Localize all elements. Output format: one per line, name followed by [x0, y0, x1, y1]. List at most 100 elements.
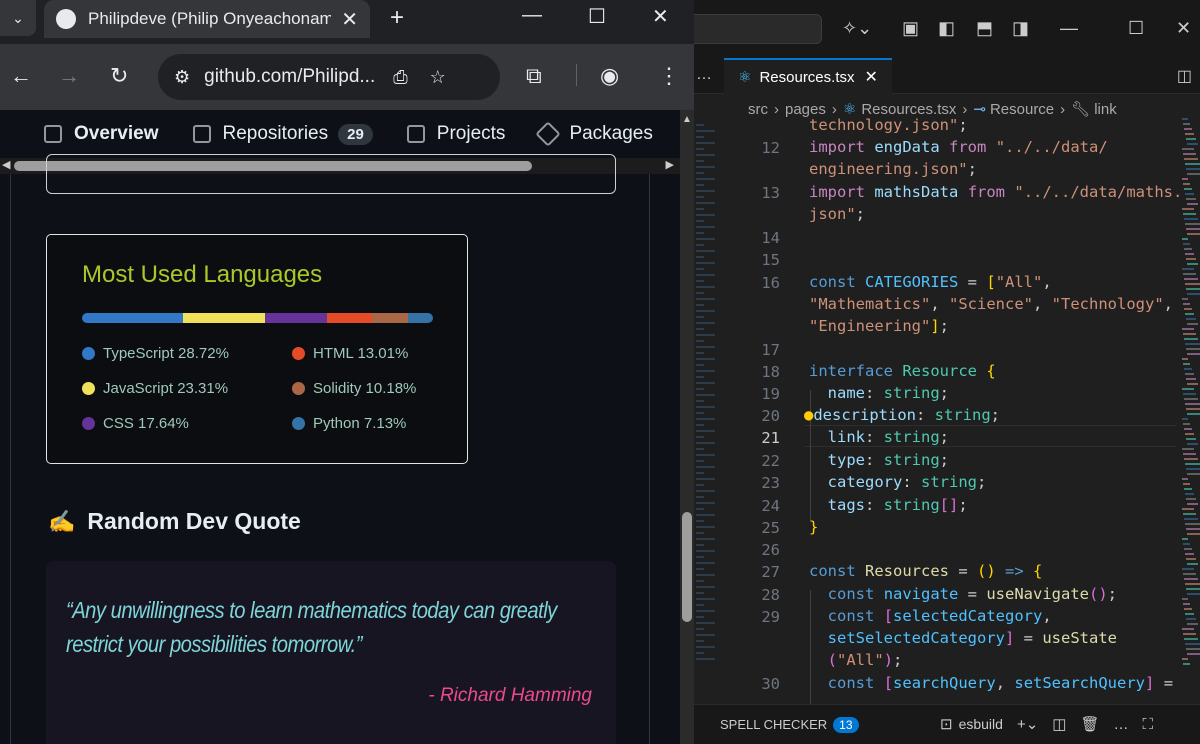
- install-app-icon[interactable]: ⎙: [393, 67, 407, 88]
- minimap-line: [1182, 538, 1188, 540]
- tab-packages[interactable]: Packages: [535, 121, 653, 147]
- minimap-line: [1183, 153, 1196, 155]
- breadcrumb-item[interactable]: pages: [785, 101, 826, 118]
- minimap-line: [1185, 583, 1200, 585]
- minimap-line: [696, 154, 715, 156]
- browser-tab-active[interactable]: Philipdeve (Philip Onyeachonam ✕: [44, 0, 370, 38]
- minimap-line: [1187, 143, 1198, 145]
- close-tab-icon[interactable]: ✕: [865, 67, 878, 87]
- minimap-line: [696, 184, 704, 186]
- minimap-line: [1187, 473, 1200, 475]
- minimize-button[interactable]: —: [522, 4, 542, 27]
- minimap-line: [1185, 463, 1200, 465]
- tab-repositories[interactable]: Repositories 29: [192, 123, 373, 145]
- breadcrumb-item[interactable]: link: [1094, 101, 1117, 118]
- code-line: interface Resource {: [809, 362, 996, 380]
- scroll-up-icon[interactable]: ▲: [682, 114, 692, 125]
- trash-icon[interactable]: 🗑︎: [1080, 715, 1099, 733]
- minimap-line: [1183, 243, 1190, 245]
- minimap-line: [1183, 513, 1196, 515]
- editor-tab-label: Resources.tsx: [759, 68, 855, 86]
- terminal-name[interactable]: esbuild: [959, 716, 1003, 732]
- editor-minimap[interactable]: [1180, 116, 1200, 704]
- language-bar-segment: [264, 313, 327, 323]
- copilot-icon[interactable]: ✧⌄: [842, 18, 872, 38]
- vertical-scrollbar[interactable]: ▲: [680, 110, 694, 744]
- minimap-line: [1186, 168, 1200, 170]
- layout-customize-icon[interactable]: ▣: [902, 18, 919, 38]
- line-number: 18: [761, 363, 780, 381]
- new-tab-button[interactable]: +: [390, 4, 404, 32]
- breadcrumb-item[interactable]: Resources.tsx: [861, 101, 956, 118]
- editor-tab-resources[interactable]: ⚛ Resources.tsx ✕: [724, 58, 892, 94]
- command-center-search[interactable]: [694, 14, 822, 44]
- scroll-left-icon[interactable]: ◀: [2, 158, 10, 171]
- toggle-secondary-sidebar-icon[interactable]: ◨: [1012, 18, 1029, 38]
- breadcrumb-item[interactable]: Resource: [990, 101, 1054, 118]
- minimap-line: [696, 232, 704, 234]
- minimap-line: [1187, 233, 1200, 235]
- toggle-panel-icon[interactable]: ⬒: [976, 18, 993, 38]
- vertical-scroll-thumb[interactable]: [682, 512, 692, 622]
- minimap-line: [1187, 293, 1200, 295]
- more-actions-icon[interactable]: …: [1114, 716, 1129, 733]
- minimap-line: [1183, 663, 1190, 665]
- more-actions-icon[interactable]: …: [696, 66, 712, 84]
- minimap-line: [696, 430, 715, 432]
- code-line: import engData from "../../data/: [809, 138, 1108, 156]
- code-line: json";: [809, 205, 866, 223]
- code-line: const navigate = useNavigate();: [827, 585, 1118, 603]
- legend-item: JavaScript 23.31%: [82, 380, 228, 397]
- minimap-line: [696, 538, 715, 540]
- tab-projects[interactable]: Projects: [406, 123, 505, 145]
- bookmark-star-icon[interactable]: ☆: [430, 67, 446, 88]
- tab-overview[interactable]: Overview: [44, 123, 159, 145]
- address-bar[interactable]: ⚙ github.com/Philipd... ⎙ ☆: [158, 54, 500, 100]
- close-window-button[interactable]: ✕: [652, 4, 669, 29]
- line-number: 24: [761, 497, 780, 515]
- minimize-icon[interactable]: —: [1060, 18, 1078, 38]
- minimap-line: [696, 574, 715, 576]
- reload-icon[interactable]: ↻: [110, 64, 128, 88]
- minimap-line: [696, 304, 704, 306]
- close-tab-icon[interactable]: ✕: [341, 7, 358, 32]
- code-editor[interactable]: technology.json"; 12 import engData from…: [740, 116, 1180, 704]
- lightbulb-icon[interactable]: ●: [804, 406, 813, 424]
- maximize-icon[interactable]: ☐: [1128, 18, 1144, 38]
- minimap-line: [1183, 573, 1196, 575]
- maximize-button[interactable]: ☐: [588, 4, 606, 29]
- minimap-line: [1183, 423, 1190, 425]
- minimap-line: [1182, 298, 1188, 300]
- maximize-panel-icon[interactable]: ⛶: [1143, 716, 1154, 733]
- menu-kebab-icon[interactable]: ⋮: [658, 64, 680, 88]
- back-icon[interactable]: ←: [10, 64, 32, 88]
- breadcrumb-item[interactable]: src: [748, 101, 768, 118]
- language-bar-segment: [82, 313, 183, 323]
- github-profile-nav: Overview Repositories 29 Projects Packag…: [0, 110, 680, 158]
- minimap-line: [696, 418, 715, 420]
- close-icon[interactable]: ✕: [1176, 18, 1191, 38]
- minimap-line: [696, 238, 715, 240]
- browser-window: ⌄ Philipdeve (Philip Onyeachonam ✕ + — ☐…: [0, 0, 694, 744]
- split-editor-icon[interactable]: ◫: [1177, 66, 1192, 86]
- site-info-icon[interactable]: ⚙: [174, 67, 190, 88]
- toggle-primary-sidebar-icon[interactable]: ◧: [938, 18, 955, 38]
- minimap-line: [1187, 593, 1200, 595]
- line-number: 27: [761, 563, 780, 581]
- minimap-line: [1185, 253, 1194, 255]
- table-icon: [406, 125, 425, 143]
- new-terminal-icon[interactable]: +⌄: [1017, 715, 1038, 733]
- extensions-icon[interactable]: ⧉: [526, 64, 542, 88]
- minimap-line: [696, 202, 715, 204]
- minimap-line: [696, 268, 704, 270]
- minimap-line: [696, 136, 704, 138]
- tab-overview-label: Overview: [74, 123, 159, 144]
- minimap-line: [696, 340, 704, 342]
- minimap-line: [1185, 403, 1200, 405]
- profile-icon[interactable]: ◉: [600, 64, 619, 88]
- split-terminal-icon[interactable]: ◫: [1052, 715, 1066, 733]
- spell-checker-tab[interactable]: SPELL CHECKER: [720, 717, 827, 732]
- tab-search-button[interactable]: ⌄: [0, 0, 36, 36]
- forward-icon[interactable]: →: [58, 64, 80, 88]
- scroll-right-icon[interactable]: ▶: [666, 158, 674, 171]
